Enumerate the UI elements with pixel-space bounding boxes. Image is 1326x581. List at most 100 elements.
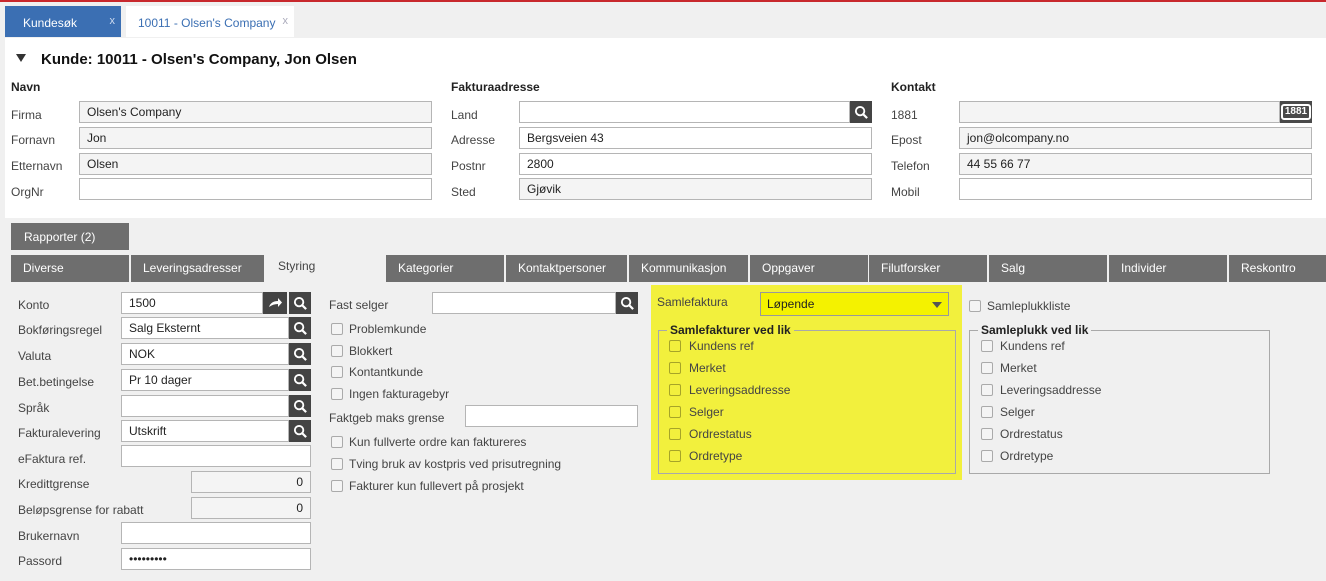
ingen-fakturagebyr-checkbox[interactable] (331, 388, 343, 400)
fast-selger-search-button[interactable] (616, 292, 638, 314)
konto-field[interactable]: 1500 (121, 292, 263, 314)
samlep-leveringsaddresse-checkbox[interactable] (981, 384, 993, 396)
bokforingsregel-search-button[interactable] (289, 317, 311, 339)
orgnr-label: OrgNr (11, 185, 44, 199)
brukernavn-field[interactable] (121, 522, 311, 544)
search-icon (293, 296, 307, 310)
samlef-ordrestatus-label: Ordrestatus (689, 427, 752, 441)
passord-label: Passord (18, 554, 63, 568)
samlep-kundens-ref-checkbox[interactable] (981, 340, 993, 352)
tab-leveringsadresser[interactable]: Leveringsadresser (131, 255, 264, 282)
tab-reskontro[interactable]: Reskontro (1229, 255, 1326, 282)
samlep-ordretype-checkbox[interactable] (981, 450, 993, 462)
tving-kostpris-checkbox[interactable] (331, 458, 343, 470)
window-tab-label: 10011 - Olsen's Company (138, 16, 276, 30)
betbetingelse-field[interactable]: Pr 10 dager (121, 369, 289, 391)
samlep-ordrestatus-label: Ordrestatus (1000, 427, 1063, 441)
samlef-merket-label: Merket (689, 361, 726, 375)
samlef-merket-checkbox[interactable] (669, 362, 681, 374)
bokforingsregel-field[interactable]: Salg Eksternt (121, 317, 289, 339)
tab-kategorier[interactable]: Kategorier (386, 255, 504, 282)
valuta-search-button[interactable] (289, 343, 311, 365)
bokforingsregel-label: Bokføringsregel (18, 323, 103, 337)
postnr-field[interactable]: 2800 (519, 153, 872, 175)
problemkunde-checkbox[interactable] (331, 323, 343, 335)
faktgeb-field[interactable] (465, 405, 638, 427)
close-icon[interactable]: x (110, 15, 116, 27)
epost-field[interactable]: jon@olcompany.no (959, 127, 1312, 149)
konto-search-button[interactable] (289, 292, 311, 314)
fakturalevering-field[interactable]: Utskrift (121, 420, 289, 442)
window-tab-kundesok[interactable]: Kundesøk x (5, 6, 121, 37)
collapse-caret-icon[interactable] (16, 54, 26, 62)
window-tab-bar: Kundesøk x 10011 - Olsen's Company x (0, 2, 1326, 38)
samlef-selger-checkbox[interactable] (669, 406, 681, 418)
tab-individer[interactable]: Individer (1109, 255, 1227, 282)
tab-rapporter[interactable]: Rapporter (2) (11, 223, 129, 250)
samlep-ordrestatus-checkbox[interactable] (981, 428, 993, 440)
sted-field[interactable]: Gjøvik (519, 178, 872, 200)
fast-selger-field[interactable] (432, 292, 616, 314)
passord-field[interactable]: ••••••••• (121, 548, 311, 570)
samlep-selger-label: Selger (1000, 405, 1035, 419)
lookup-1881-button[interactable]: 1881 (1280, 101, 1312, 123)
firma-field[interactable]: Olsen's Company (79, 101, 432, 123)
close-icon[interactable]: x (283, 15, 289, 27)
samleplukkliste-checkbox[interactable] (969, 300, 981, 312)
tab-salg[interactable]: Salg (989, 255, 1107, 282)
valuta-field[interactable]: NOK (121, 343, 289, 365)
search-icon (293, 347, 307, 361)
fornavn-field[interactable]: Jon (79, 127, 432, 149)
navn-header: Navn (11, 80, 41, 94)
etternavn-field[interactable]: Olsen (79, 153, 432, 175)
blokkert-checkbox[interactable] (331, 345, 343, 357)
land-search-button[interactable] (850, 101, 872, 123)
kontantkunde-checkbox[interactable] (331, 366, 343, 378)
kredittgrense-field[interactable]: 0 (191, 471, 311, 493)
window-tab-label: Kundesøk (23, 16, 78, 30)
kontantkunde-label: Kontantkunde (349, 365, 424, 379)
tab-oppgaver[interactable]: Oppgaver (750, 255, 868, 282)
adresse-field[interactable]: Bergsveien 43 (519, 127, 872, 149)
betbetingelse-label: Bet.betingelse (18, 375, 95, 389)
belopsgrense-field[interactable]: 0 (191, 497, 311, 519)
kredittgrense-label: Kredittgrense (18, 477, 90, 491)
kun-fullverte-checkbox[interactable] (331, 436, 343, 448)
betbetingelse-search-button[interactable] (289, 369, 311, 391)
samlef-ordretype-checkbox[interactable] (669, 450, 681, 462)
search-icon (293, 424, 307, 438)
tab-diverse[interactable]: Diverse (11, 255, 129, 282)
fakturer-fullevert-checkbox[interactable] (331, 480, 343, 492)
land-field[interactable] (519, 101, 850, 123)
search-icon (293, 373, 307, 387)
samlef-ordrestatus-checkbox[interactable] (669, 428, 681, 440)
samlef-ordretype-label: Ordretype (689, 449, 743, 463)
brukernavn-label: Brukernavn (18, 529, 80, 543)
tab-styring[interactable]: Styring (266, 253, 385, 283)
samlep-selger-checkbox[interactable] (981, 406, 993, 418)
samlefaktura-select[interactable]: Løpende (760, 292, 949, 316)
samlep-merket-checkbox[interactable] (981, 362, 993, 374)
samlef-kundens-ref-checkbox[interactable] (669, 340, 681, 352)
samlef-leveringsaddresse-checkbox[interactable] (669, 384, 681, 396)
faktura-header: Fakturaadresse (451, 80, 540, 94)
sprak-label: Språk (18, 401, 50, 415)
sprak-search-button[interactable] (289, 395, 311, 417)
efaktura-field[interactable] (121, 445, 311, 467)
tab-filutforsker[interactable]: Filutforsker (869, 255, 987, 282)
samlep-leveringsaddresse-label: Leveringsaddresse (1000, 383, 1102, 397)
orgnr-field[interactable] (79, 178, 432, 200)
tab-kommunikasjon[interactable]: Kommunikasjon (629, 255, 748, 282)
fornavn-label: Fornavn (11, 133, 56, 147)
konto-goto-button[interactable] (263, 292, 287, 314)
fast-selger-label: Fast selger (329, 298, 389, 312)
fakturalevering-search-button[interactable] (289, 420, 311, 442)
telefon-field[interactable]: 44 55 66 77 (959, 153, 1312, 175)
tab-kontaktpersoner[interactable]: Kontaktpersoner (506, 255, 627, 282)
postnr-label: Postnr (451, 159, 486, 173)
window-tab-customer[interactable]: 10011 - Olsen's Company x (126, 6, 294, 37)
k1881-field[interactable] (959, 101, 1280, 123)
sprak-field[interactable] (121, 395, 289, 417)
efaktura-label: eFaktura ref. (18, 452, 87, 466)
mobil-field[interactable] (959, 178, 1312, 200)
